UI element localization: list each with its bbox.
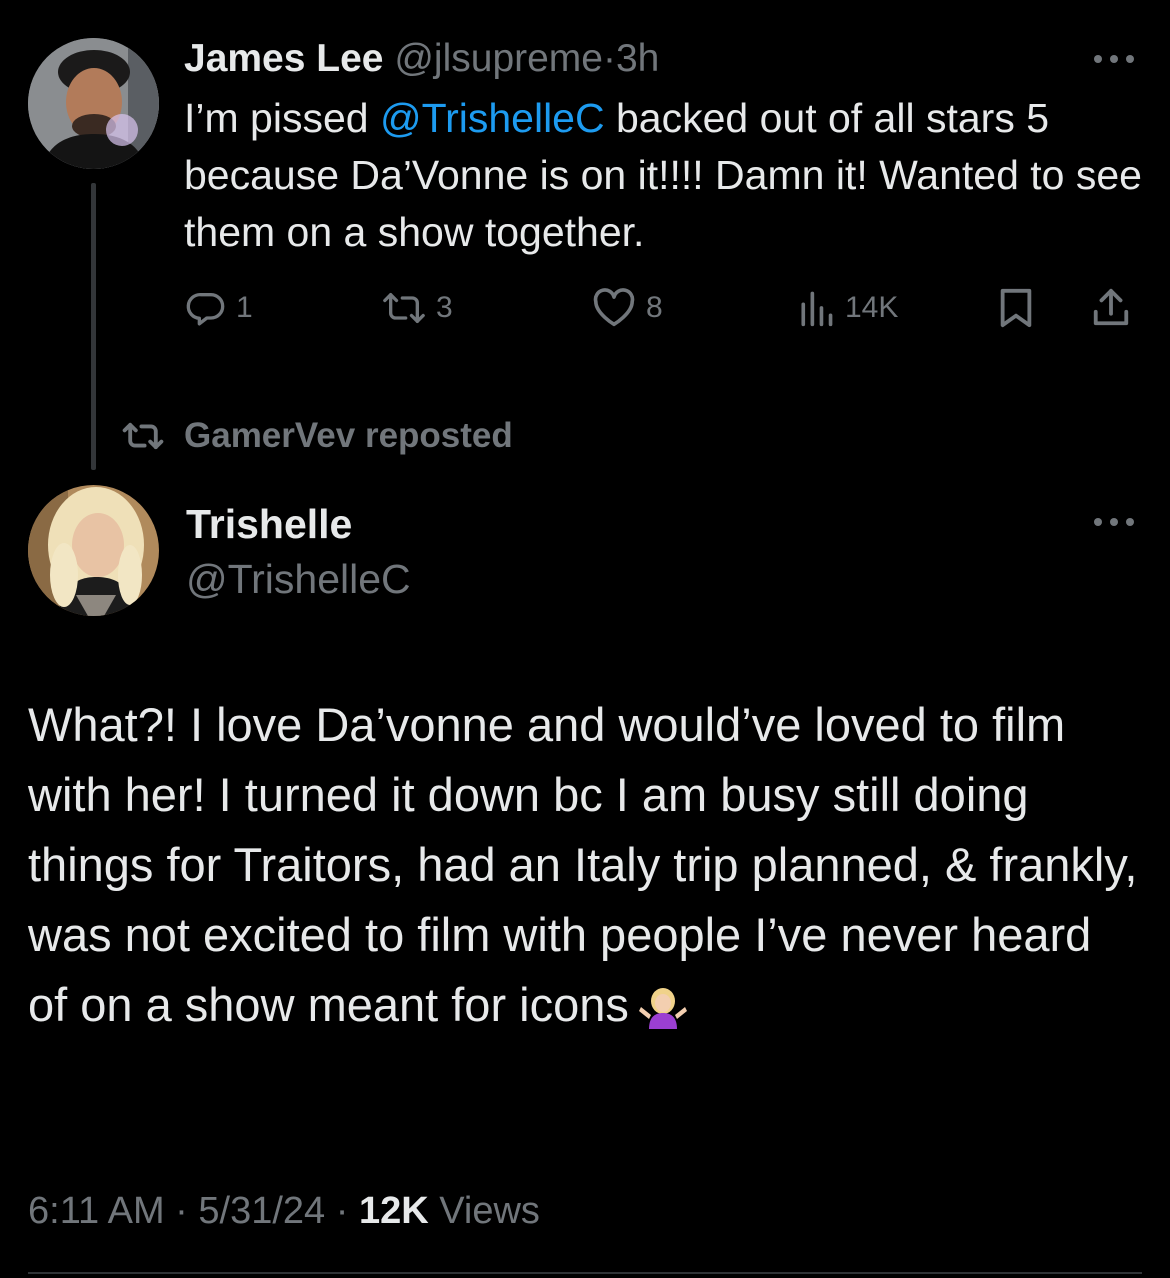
divider: [28, 1272, 1142, 1274]
tweet1-separator: ·: [602, 37, 616, 80]
reply-count: 1: [236, 291, 253, 324]
tweet2-time[interactable]: 6:11 AM: [28, 1190, 165, 1232]
tweet1-action-bar: 1 3 8 14K: [0, 283, 1170, 333]
tweet1-text: I’m pissed @TrishelleC backed out of all…: [184, 90, 1149, 261]
share-button[interactable]: [1090, 283, 1132, 333]
meta-separator: ·: [325, 1190, 359, 1232]
repost-icon: [383, 293, 425, 323]
tweet1-more-ellipsis-icon[interactable]: [1092, 52, 1136, 66]
views-count: 14K: [845, 291, 899, 324]
repost-button[interactable]: 3: [382, 283, 453, 333]
like-count: 8: [646, 291, 663, 324]
like-button[interactable]: 8: [592, 283, 663, 333]
repost-count: 3: [436, 291, 453, 324]
tweet2-views-label: Views: [428, 1190, 540, 1232]
repost-banner-text: GamerVev reposted: [184, 416, 513, 455]
repost-icon: [122, 422, 164, 450]
heart-icon: [593, 288, 635, 327]
tweet1-time[interactable]: 3h: [616, 37, 659, 80]
views-button[interactable]: 14K: [797, 283, 898, 333]
views-chart-icon: [801, 291, 833, 327]
repost-banner[interactable]: GamerVev reposted: [118, 411, 513, 461]
tweet1-text-before: I’m pissed: [184, 95, 380, 141]
bookmark-button[interactable]: [998, 283, 1034, 333]
tweet1-handle[interactable]: @jlsupreme: [394, 37, 603, 80]
tweet1-header: James Lee @jlsupreme·3h: [184, 34, 659, 84]
reply-button[interactable]: 1: [186, 283, 253, 333]
tweet2-text: What?! I love Da’vonne and would’ve love…: [28, 698, 1138, 1031]
tweet1-mention-link[interactable]: @TrishelleC: [380, 95, 605, 141]
tweet1-display-name[interactable]: James Lee: [184, 37, 383, 80]
person-shrugging-emoji: [635, 978, 691, 1048]
tweet2-views-count: 12K: [358, 1190, 429, 1232]
tweet2-meta: 6:11 AM · 5/31/24 · 12K Views: [28, 1186, 540, 1236]
reply-icon: [186, 292, 225, 326]
bookmark-icon: [1000, 288, 1032, 328]
tweet2-date[interactable]: 5/31/24: [198, 1190, 325, 1232]
share-icon: [1093, 288, 1129, 326]
tweet2-more-ellipsis-icon[interactable]: [1092, 515, 1136, 529]
tweet2-display-name[interactable]: Trishelle: [186, 497, 352, 551]
meta-separator: ·: [164, 1190, 199, 1232]
tweet2-handle[interactable]: @TrishelleC: [186, 552, 411, 606]
tweet2-text-container: What?! I love Da’vonne and would’ve love…: [28, 690, 1138, 1048]
avatar-trishelle[interactable]: [28, 485, 159, 616]
avatar-james-lee[interactable]: [28, 38, 159, 169]
